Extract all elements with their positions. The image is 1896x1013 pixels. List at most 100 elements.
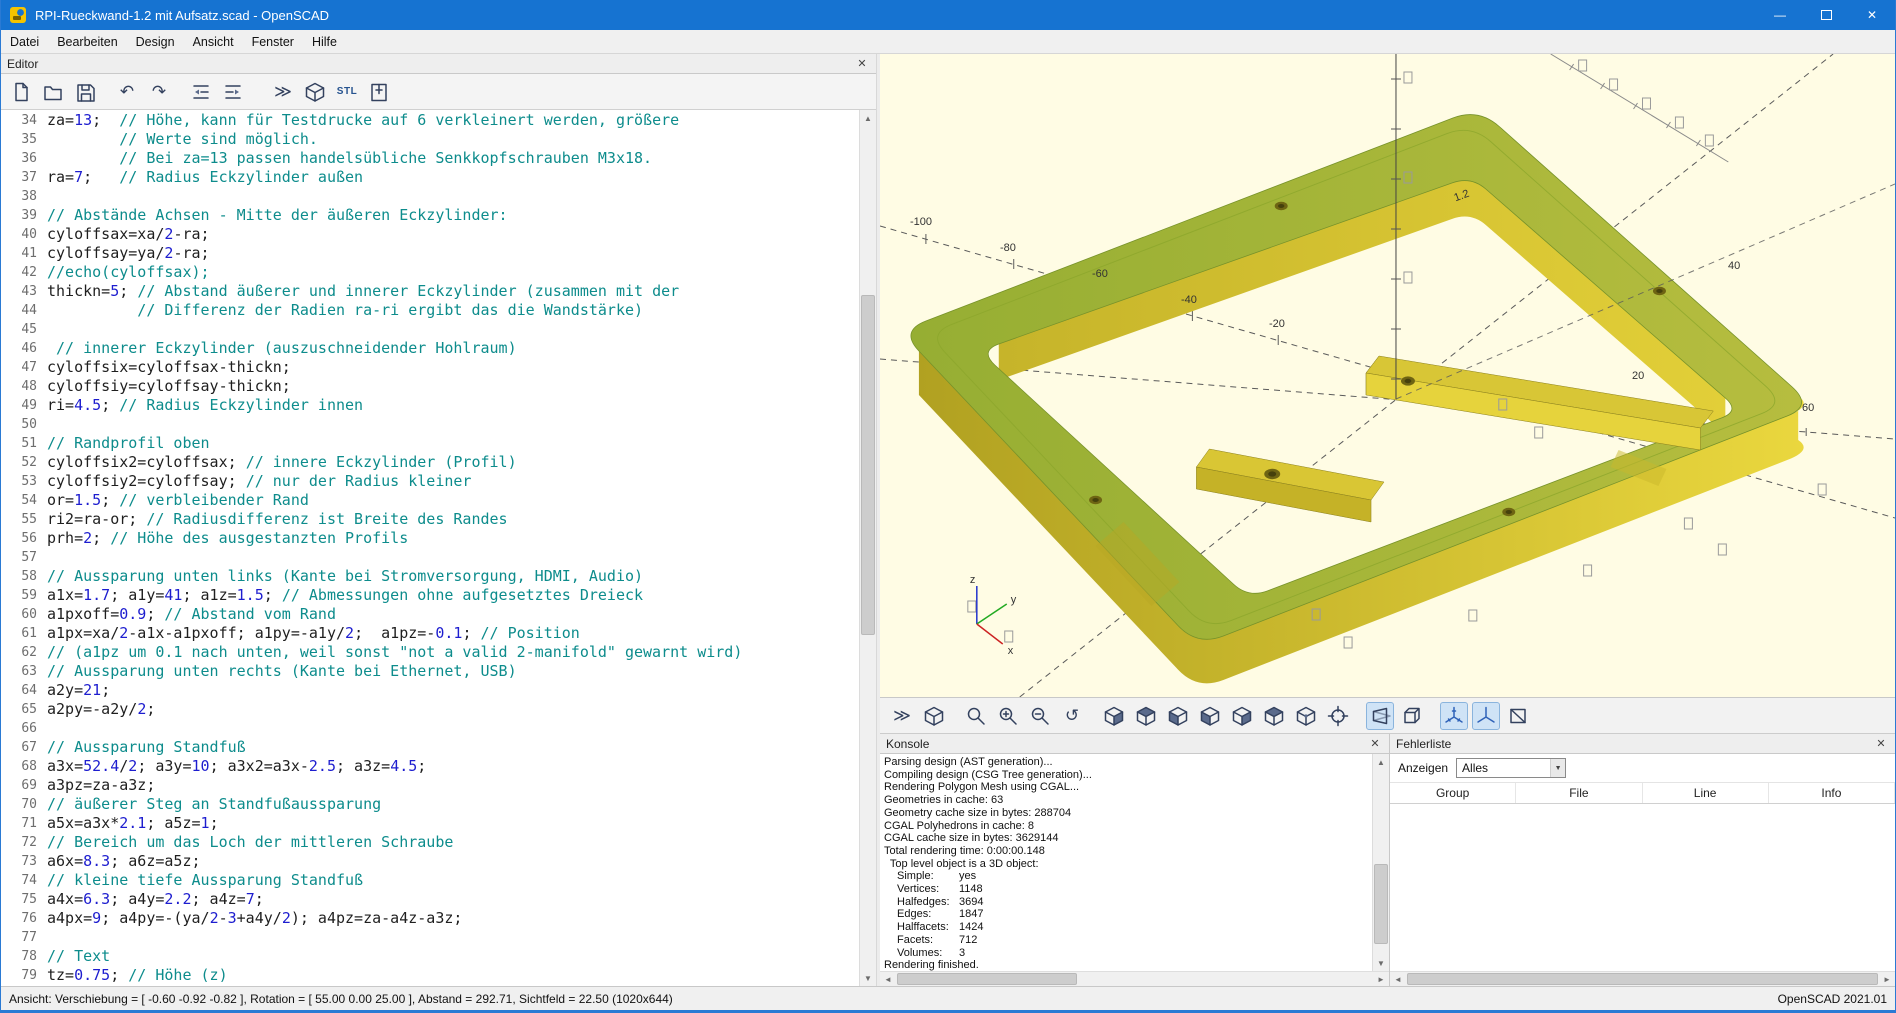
menu-item-bearbeiten[interactable]: Bearbeiten [48, 30, 126, 53]
line-number: 38 [1, 187, 47, 206]
code-line: 36 // Bei za=13 passen handelsübliche Se… [1, 149, 859, 168]
view-right-icon [1103, 705, 1125, 727]
console-line: CGAL cache size in bytes: 3629144 [884, 832, 1372, 845]
view-diagonal-button[interactable] [1292, 702, 1320, 730]
maximize-button[interactable] [1803, 0, 1849, 30]
line-number: 78 [1, 947, 47, 966]
view-front-button[interactable] [1228, 702, 1256, 730]
toolbar-export-stl-button[interactable]: STL [333, 78, 361, 106]
toolbar-new-file-button[interactable] [7, 78, 35, 106]
viewport-toolbar: ≫↺ [880, 698, 1895, 734]
code-line: 68a3x=52.4/2; a3y=10; a3x2=a3x-2.5; a3z=… [1, 757, 859, 776]
step-screw-hole-center [1268, 471, 1276, 476]
toolbar-save-file-button[interactable] [71, 78, 99, 106]
line-number: 46 [1, 339, 47, 358]
openscad-window: RPI-Rueckwand-1.2 mit Aufsatz.scad - Ope… [0, 0, 1896, 1013]
axis-label: -20 [1269, 318, 1285, 330]
minimize-button[interactable]: — [1757, 0, 1803, 30]
show-edges-button[interactable] [1504, 702, 1532, 730]
menu-item-ansicht[interactable]: Ansicht [184, 30, 243, 53]
orthographic-button[interactable] [1398, 702, 1426, 730]
scroll-down-icon[interactable]: ▼ [860, 970, 876, 986]
view-all-button[interactable] [962, 702, 990, 730]
view-center-button[interactable] [1324, 702, 1352, 730]
perspective-button[interactable] [1366, 702, 1394, 730]
scroll-left-icon[interactable]: ◄ [1390, 975, 1406, 984]
scroll-up-icon[interactable]: ▲ [1373, 754, 1389, 770]
console-panel-header: Konsole ✕ [880, 734, 1389, 754]
redo-icon: ↷ [152, 83, 166, 100]
view-back-button[interactable] [1260, 702, 1288, 730]
scroll-right-icon[interactable]: ► [1879, 975, 1895, 984]
console-vertical-scrollbar[interactable]: ▲ ▼ [1372, 754, 1389, 971]
viewport-canvas[interactable]: x y z [880, 54, 1895, 697]
view-left-button[interactable] [1196, 702, 1224, 730]
close-button[interactable]: ✕ [1849, 0, 1895, 30]
line-number: 74 [1, 871, 47, 890]
open-file-icon [42, 81, 64, 103]
line-number: 65 [1, 700, 47, 719]
show-axes-button[interactable] [1472, 702, 1500, 730]
view-bottom-button[interactable] [1164, 702, 1192, 730]
console-hscrollbar-thumb[interactable] [897, 973, 1077, 985]
show-axes-icon [1475, 705, 1497, 727]
toolbar-undo-button[interactable]: ↶ [113, 78, 141, 106]
code-editor[interactable]: 34za=13; // Höhe, kann für Testdrucke au… [1, 110, 859, 986]
scroll-down-icon[interactable]: ▼ [1373, 955, 1389, 971]
errorlist-hscrollbar-thumb[interactable] [1407, 973, 1878, 985]
zoom-out-button[interactable] [1026, 702, 1054, 730]
line-number: 55 [1, 510, 47, 529]
code-line: 79tz=0.75; // Höhe (z) [1, 966, 859, 985]
viewport-3d[interactable]: x y z -100-80-60-40-204020601.2 [880, 54, 1895, 698]
code-line: 54or=1.5; // verbleibender Rand [1, 491, 859, 510]
axis-label: 60 [1802, 402, 1814, 414]
toolbar-redo-button[interactable]: ↷ [145, 78, 173, 106]
render-icon [923, 705, 945, 727]
editor-vertical-scrollbar[interactable]: ▲ ▼ [859, 110, 876, 986]
scroll-right-icon[interactable]: ► [1373, 975, 1389, 984]
errorlist-horizontal-scrollbar[interactable]: ◄ ► [1390, 971, 1895, 986]
line-number: 45 [1, 320, 47, 339]
console-horizontal-scrollbar[interactable]: ◄ ► [880, 971, 1389, 986]
scroll-left-icon[interactable]: ◄ [880, 975, 896, 984]
toolbar-indent-button[interactable] [219, 78, 247, 106]
menu-item-fenster[interactable]: Fenster [243, 30, 303, 53]
menu-item-hilfe[interactable]: Hilfe [303, 30, 346, 53]
editor-close-button[interactable]: ✕ [854, 57, 870, 70]
toolbar-preview-button[interactable]: ≫ [269, 78, 297, 106]
render-button[interactable] [920, 702, 948, 730]
line-number: 41 [1, 244, 47, 263]
show-edges-icon [1507, 705, 1529, 727]
show-scale-markers-button[interactable] [1440, 702, 1468, 730]
menu-item-design[interactable]: Design [127, 30, 184, 53]
column-header-group: Group [1390, 783, 1516, 803]
console-scrollbar-thumb[interactable] [1374, 864, 1388, 944]
toolbar-render-button[interactable] [301, 78, 329, 106]
console-close-button[interactable]: ✕ [1367, 737, 1383, 750]
filter-dropdown-value: Alles [1462, 761, 1488, 775]
menu-item-datei[interactable]: Datei [1, 30, 48, 53]
filter-dropdown[interactable]: Alles ▼ [1456, 758, 1566, 778]
reset-view-button[interactable]: ↺ [1058, 702, 1086, 730]
zoom-in-button[interactable] [994, 702, 1022, 730]
errorlist-body[interactable] [1390, 804, 1895, 971]
line-number: 66 [1, 719, 47, 738]
toolbar-print-3d-button[interactable] [365, 78, 393, 106]
code-line: 77 [1, 928, 859, 947]
preview-button[interactable]: ≫ [888, 702, 916, 730]
editor-scrollbar-thumb[interactable] [861, 295, 875, 635]
code-line: 66 [1, 719, 859, 738]
toolbar-open-file-button[interactable] [39, 78, 67, 106]
status-view-info: Ansicht: Verschiebung = [ -0.60 -0.92 -0… [9, 992, 673, 1006]
code-line: 64a2y=21; [1, 681, 859, 700]
scroll-up-icon[interactable]: ▲ [860, 110, 876, 126]
view-top-button[interactable] [1132, 702, 1160, 730]
openscad-logo-icon [9, 6, 27, 24]
code-line: 58// Aussparung unten links (Kante bei S… [1, 567, 859, 586]
view-right-button[interactable] [1100, 702, 1128, 730]
toolbar-unindent-button[interactable] [187, 78, 215, 106]
code-line: 39// Abstände Achsen - Mitte der äußeren… [1, 206, 859, 225]
code-line: 44 // Differenz der Radien ra-ri ergibt … [1, 301, 859, 320]
errorlist-close-button[interactable]: ✕ [1873, 737, 1889, 750]
print-3d-icon [368, 81, 390, 103]
